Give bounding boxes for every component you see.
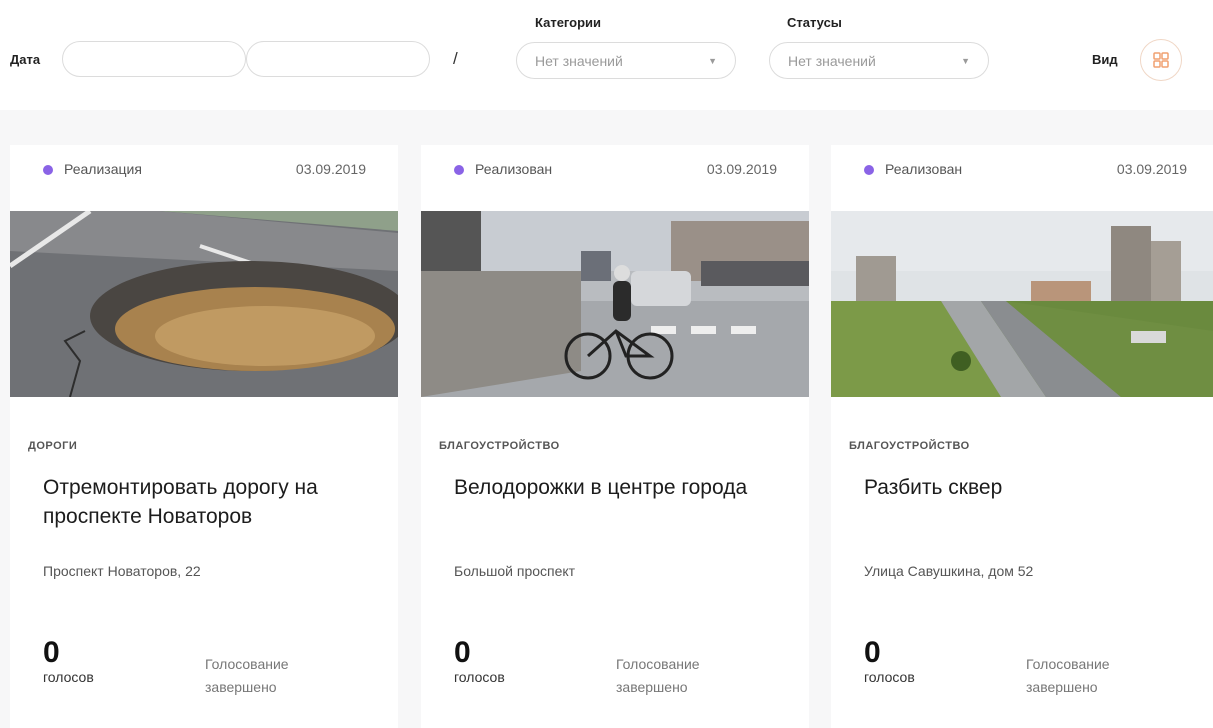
voting-status: Голосование завершено — [205, 656, 289, 695]
card-header: Реализация 03.09.2019 — [10, 145, 398, 211]
voting-status: Голосование завершено — [616, 656, 700, 695]
card-header: Реализован 03.09.2019 — [421, 145, 809, 211]
status-dot — [454, 165, 464, 175]
card-title[interactable]: Отремонтировать дорогу на проспекте Нова… — [43, 473, 363, 531]
status-dot — [43, 165, 53, 175]
card-image-cyclist — [421, 211, 809, 397]
card-category: ДОРОГИ — [28, 440, 78, 452]
card-date: 03.09.2019 — [295, 161, 366, 177]
card-category: БЛАГОУСТРОЙСТВО — [849, 440, 970, 452]
card-image-pothole — [10, 211, 398, 397]
card-date: 03.09.2019 — [706, 161, 777, 177]
votes-count: 0 — [43, 636, 60, 669]
category-select[interactable]: Нет значений ▼ — [516, 42, 736, 79]
project-card[interactable]: Реализован 03.09.2019 БЛАГОУСТРОЙСТВО Ве… — [421, 145, 809, 728]
card-date: 03.09.2019 — [1116, 161, 1187, 177]
card-address: Большой проспект — [454, 563, 576, 579]
chevron-down-icon: ▼ — [961, 55, 970, 66]
votes-label: голосов — [454, 669, 505, 685]
card-category: БЛАГОУСТРОЙСТВО — [439, 440, 560, 452]
status-text: Реализация — [64, 161, 142, 177]
project-card[interactable]: Реализован 03.09.2019 БЛАГОУСТРОЙСТВО Ра… — [831, 145, 1213, 728]
view-label: Вид — [1092, 52, 1118, 67]
view-toggle-button[interactable] — [1140, 39, 1182, 81]
status-text: Реализован — [885, 161, 963, 177]
chevron-down-icon: ▼ — [708, 55, 717, 66]
category-filter-label: Категории — [535, 15, 602, 30]
votes-count: 0 — [454, 636, 471, 669]
grid-icon — [1153, 52, 1169, 68]
card-address: Улица Савушкина, дом 52 — [864, 563, 1034, 579]
votes-label: голосов — [43, 669, 94, 685]
card-address: Проспект Новаторов, 22 — [43, 563, 201, 579]
date-filter-label: Дата — [10, 52, 41, 67]
project-card[interactable]: Реализация 03.09.2019 ДОРОГИ Отремонтиро… — [10, 145, 398, 728]
status-select[interactable]: Нет значений ▼ — [769, 42, 989, 79]
card-image-park — [831, 211, 1213, 397]
date-separator: / — [453, 49, 458, 68]
category-select-value: Нет значений — [535, 52, 623, 69]
status-filter-label: Статусы — [787, 15, 842, 30]
votes-count: 0 — [864, 636, 881, 669]
status-text: Реализован — [475, 161, 553, 177]
votes-label: голосов — [864, 669, 915, 685]
filter-bar: Дата / Категории Нет значений ▼ Статусы … — [0, 0, 1213, 110]
card-header: Реализован 03.09.2019 — [831, 145, 1213, 211]
status-select-value: Нет значений — [788, 52, 876, 69]
voting-status: Голосование завершено — [1026, 656, 1110, 695]
status-dot — [864, 165, 874, 175]
date-from-input[interactable] — [62, 41, 246, 77]
date-to-input[interactable] — [246, 41, 430, 77]
card-title[interactable]: Велодорожки в центре города — [454, 473, 774, 502]
card-title[interactable]: Разбить сквер — [864, 473, 1184, 502]
